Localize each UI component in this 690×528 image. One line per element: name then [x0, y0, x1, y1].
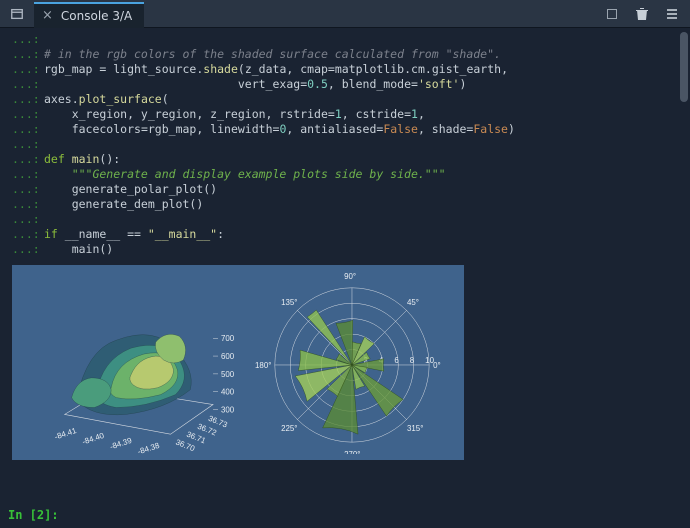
console-input[interactable] [72, 508, 632, 522]
svg-text:225°: 225° [281, 424, 297, 433]
surface-3d-plot: 300400500600700-84.41-84.40-84.39-84.383… [16, 271, 236, 454]
svg-text:90°: 90° [344, 272, 356, 281]
console-tab[interactable]: × Console 3/A [34, 2, 144, 28]
close-tab-icon[interactable]: × [42, 8, 53, 23]
tab-title: Console 3/A [61, 9, 132, 23]
console-body: ...: ...: ...: ...: ...: ...: ...: ...: … [0, 28, 690, 528]
svg-text:6: 6 [394, 356, 399, 365]
code-output: ...: ...: ...: ...: ...: ...: ...: ...: … [6, 32, 690, 257]
titlebar: × Console 3/A [0, 0, 690, 28]
svg-text:270°: 270° [344, 450, 360, 454]
input-prompt: In [2]: [8, 508, 632, 522]
clear-button[interactable] [630, 2, 654, 26]
svg-text:0°: 0° [433, 361, 441, 370]
svg-text:700: 700 [221, 334, 235, 343]
svg-text:-84.40: -84.40 [81, 431, 106, 447]
svg-text:135°: 135° [281, 298, 297, 307]
svg-text:-84.41: -84.41 [53, 426, 78, 442]
svg-text:300: 300 [221, 405, 235, 414]
menu-button[interactable] [660, 2, 684, 26]
polar-plot: 2468100°45°90°135°180°225°270°315° [240, 271, 460, 454]
stop-button[interactable] [600, 2, 624, 26]
continuation-gutter: ...: ...: ...: ...: ...: ...: ...: ...: … [12, 32, 46, 257]
window-icon [0, 7, 34, 21]
svg-text:-84.39: -84.39 [109, 436, 134, 452]
svg-text:600: 600 [221, 352, 235, 361]
svg-text:400: 400 [221, 388, 235, 397]
prompt-label: In [2]: [8, 508, 59, 522]
svg-text:500: 500 [221, 370, 235, 379]
svg-text:45°: 45° [407, 298, 419, 307]
svg-text:8: 8 [410, 356, 415, 365]
svg-text:-84.38: -84.38 [137, 441, 162, 454]
svg-text:315°: 315° [407, 424, 423, 433]
svg-text:180°: 180° [255, 361, 271, 370]
plot-output: 300 400 500 600 700 -84.41-84.40-84.39-84.38 3… [12, 265, 464, 460]
